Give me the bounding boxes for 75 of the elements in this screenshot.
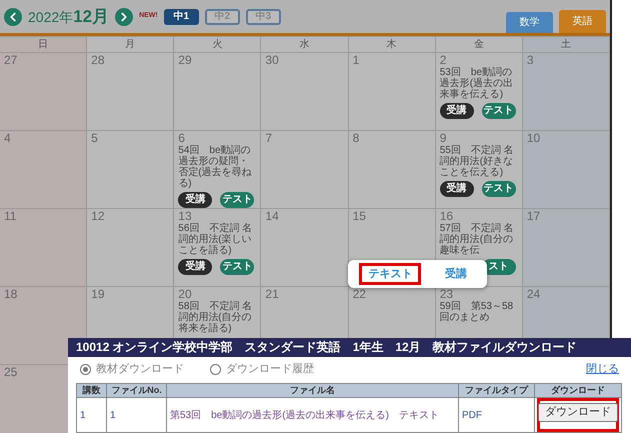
subject-tab[interactable]: 英語 [559, 10, 606, 33]
weekday-header: 木 [348, 37, 436, 53]
dialog-title: 10012 オンライン学校中学部 スタンダード英語 1年生 12月 教材ファイルダウンロード [68, 338, 631, 357]
weekday-header: 火 [174, 37, 262, 53]
day-number: 27 [4, 54, 18, 67]
day-number: 6 [178, 132, 185, 145]
column-header: ファイルタイプ [458, 383, 534, 398]
day-number: 8 [352, 132, 360, 145]
radio-icon[interactable] [210, 364, 221, 376]
column-header: ファイルNo. [106, 383, 166, 398]
lesson-title: 58回 不定詞 名詞的用法(自分の将来を語る) [178, 301, 254, 334]
day-number: 13 [178, 210, 192, 223]
column-header: ファイル名 [166, 383, 458, 398]
day-number: 2 [440, 54, 446, 67]
popup-menu-item[interactable]: 受講 [436, 263, 476, 285]
lesson-title: 55回 不定詞 名詞的用法(好きなことを伝える) [440, 145, 515, 178]
test-button[interactable]: テスト [220, 259, 254, 275]
day-number: 11 [4, 210, 16, 223]
previous-month-icon[interactable] [4, 8, 22, 26]
weekday-header: 水 [261, 37, 349, 53]
day-number: 23 [440, 288, 454, 301]
day-number: 9 [440, 132, 446, 145]
day-number: 18 [4, 288, 18, 301]
day-number: 7 [265, 132, 272, 145]
day-number: 19 [91, 288, 104, 301]
month-label: 2022年12月 [28, 6, 110, 28]
table-cell: 1 [106, 398, 166, 432]
day-number: 22 [352, 288, 366, 301]
weekday-header: 日 [0, 37, 88, 53]
attend-button[interactable]: 受講 [178, 259, 212, 275]
column-header: 講数 [76, 383, 106, 398]
test-button[interactable]: テスト [482, 103, 516, 119]
day-number: 4 [4, 132, 11, 145]
table-cell: PDF [458, 398, 534, 432]
column-header: ダウンロード [534, 383, 622, 398]
day-number: 30 [265, 54, 279, 67]
weekday-header: 金 [436, 37, 523, 53]
attend-button[interactable]: 受講 [440, 103, 474, 119]
lesson-title: 53回 be動詞の過去形(過去の出来事を伝える) [440, 67, 514, 100]
day-number: 16 [440, 210, 454, 223]
lesson-title: 54回 be動詞の過去形の疑問・否定(過去を尋ねる) [178, 145, 253, 189]
radio-icon[interactable] [80, 364, 91, 376]
day-number: 12 [91, 210, 104, 223]
day-number: 17 [526, 210, 540, 223]
grade-tab[interactable]: 中1 [164, 8, 199, 24]
day-number: 1 [352, 54, 360, 67]
lesson-title: 59回 第53～58回のまとめ [440, 301, 514, 323]
radio-option[interactable]: ダウンロード履歴 [210, 361, 314, 378]
popup-menu-item[interactable]: テキスト [359, 263, 422, 285]
day-number: 14 [265, 210, 279, 223]
attend-button[interactable]: 受講 [440, 181, 474, 197]
day-number: 5 [91, 132, 98, 145]
day-number: 3 [526, 54, 534, 67]
test-button[interactable]: テスト [220, 192, 254, 208]
day-number: 24 [526, 288, 540, 301]
day-number: 28 [91, 54, 104, 67]
attend-button[interactable]: 受講 [178, 192, 212, 208]
test-button[interactable]: テスト [482, 181, 516, 197]
lesson-title: 57回 不定詞 名詞的用法(自分の趣味を伝 [440, 223, 515, 256]
file-name-link[interactable]: 第53回 be動詞の過去形(過去の出来事を伝える) テキスト [166, 398, 458, 432]
weekday-header: 月 [87, 37, 174, 53]
close-link[interactable]: 閉じる [586, 361, 619, 378]
day-number: 10 [526, 132, 540, 145]
day-number: 15 [352, 210, 366, 223]
lesson-title: 56回 不定詞 名詞的用法(楽しいことを語る) [178, 223, 254, 256]
day-number: 25 [4, 366, 18, 379]
day-number: 21 [265, 288, 279, 301]
radio-option[interactable]: 教材ダウンロード [80, 361, 184, 378]
table-cell: 1 [76, 398, 106, 432]
weekday-header: 土 [522, 37, 610, 53]
day-number: 29 [178, 54, 192, 67]
day-number: 20 [178, 288, 192, 301]
subject-tab[interactable]: 数学 [506, 12, 553, 33]
download-button[interactable]: ダウンロード [538, 403, 618, 422]
next-month-icon[interactable] [115, 8, 134, 26]
